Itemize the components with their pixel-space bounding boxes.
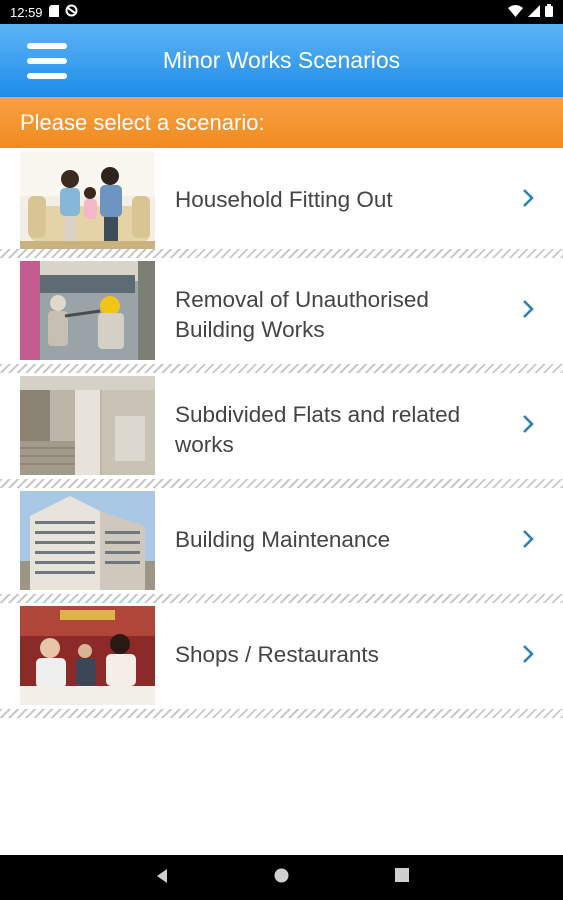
chevron-right-icon <box>523 645 534 663</box>
scenario-label: Building Maintenance <box>175 527 391 552</box>
chevron-right-icon <box>523 530 534 548</box>
status-right <box>508 4 553 20</box>
scenario-building-maintenance[interactable]: Building Maintenance <box>0 488 563 603</box>
prompt-text: Please select a scenario: <box>20 109 265 135</box>
family-living-room-photo <box>20 151 155 250</box>
divider <box>0 364 563 373</box>
scenario-shops-restaurants[interactable]: Shops / Restaurants <box>0 603 563 718</box>
divider <box>0 594 563 603</box>
divider <box>0 479 563 488</box>
scenario-label: Household Fitting Out <box>175 187 393 212</box>
clock: 12:59 <box>10 4 43 20</box>
menu-line <box>27 73 67 79</box>
scenario-removal-ubw[interactable]: Removal of Unauthorised Building Works <box>0 258 563 373</box>
status-bar: 12:59 <box>0 0 563 24</box>
page-title: Minor Works Scenarios <box>162 47 401 73</box>
divider <box>0 709 563 718</box>
system-nav-bar <box>0 855 563 900</box>
scenario-label: Removal of Unauthorised Building Works <box>175 287 429 342</box>
chevron-right-icon <box>523 189 534 207</box>
menu-line <box>27 58 67 64</box>
wifi-icon <box>508 4 523 20</box>
scenario-subdivided-flats[interactable]: Subdivided Flats and related works <box>0 373 563 488</box>
menu-line <box>27 43 67 49</box>
cellular-icon <box>528 4 540 20</box>
scenario-label: Shops / Restaurants <box>175 642 379 667</box>
restaurant-diners-photo <box>20 606 155 705</box>
divider <box>0 249 563 258</box>
app-bar: Minor Works Scenarios <box>0 24 563 97</box>
chevron-right-icon <box>523 300 534 318</box>
status-left: 12:59 <box>10 4 78 20</box>
battery-icon <box>545 4 553 20</box>
home-icon[interactable] <box>274 868 289 883</box>
recents-icon[interactable] <box>395 868 409 882</box>
worker-removing-structure-photo <box>20 261 155 360</box>
back-icon[interactable] <box>155 868 169 884</box>
scenario-label: Subdivided Flats and related works <box>175 402 461 457</box>
sync-icon <box>65 4 78 20</box>
prompt-banner: Please select a scenario: <box>0 97 563 148</box>
subdivided-flat-interior-photo <box>20 376 155 475</box>
hamburger-menu-icon[interactable] <box>24 41 70 81</box>
scenario-list: Household Fitting Out Removal of Unautho… <box>0 148 563 718</box>
residential-tower-photo <box>20 491 155 590</box>
chevron-right-icon <box>523 415 534 433</box>
sd-card-icon <box>48 4 59 20</box>
scenario-household-fitting-out[interactable]: Household Fitting Out <box>0 148 563 258</box>
